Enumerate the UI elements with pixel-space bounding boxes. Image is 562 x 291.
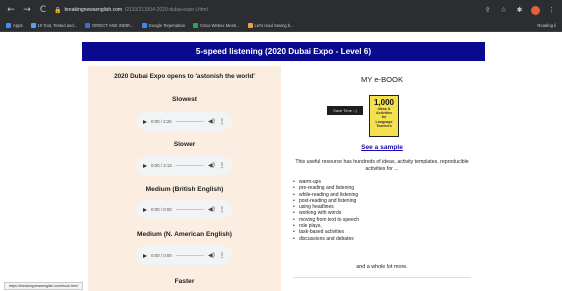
bookmark-favicon-icon [247,23,253,28]
reading-list[interactable]: Reading li [535,23,556,28]
browser-toolbar: ← → C 🔒 breakingnewsenglish.com /2110/21… [0,0,562,20]
more-options-icon[interactable]: ⋮ [219,162,225,169]
bookmark-favicon-icon [141,23,147,28]
bookmark-label: 10 Tool, Tested and... [37,23,78,28]
url-domain: breakingnewsenglish.com [64,7,123,13]
bookmark-label: Cisco Webex Meeti... [200,23,240,28]
bookmark-label: Apps [13,23,23,28]
bookmark-favicon-icon [30,23,36,28]
play-icon[interactable] [143,119,147,124]
audio-time: 0:00 / 2:13 [151,163,172,168]
bookmark-apps[interactable]: Apps [6,23,23,28]
web-page: 5-speed listening (2020 Dubai Expo - Lev… [0,32,562,291]
bookmark-item[interactable]: 10 Tool, Tested and... [30,23,78,28]
volume-icon[interactable]: ◀) [208,206,215,213]
volume-icon[interactable]: ◀) [208,162,215,169]
ebook-column: MY e-BOOK Save Time :-) 1,000 Ideas & Ac… [283,66,481,291]
bookmark-item[interactable]: Google Terjemahan [141,23,186,28]
play-icon[interactable] [143,207,147,212]
profile-avatar[interactable] [531,5,540,15]
more-text: and a whole lot more. [356,264,408,270]
listening-column: 2020 Dubai Expo opens to 'astonish the w… [88,66,281,291]
bookmark-label: DIRECT AND INDIR... [92,23,134,28]
bookmark-item[interactable]: Cisco Webex Meeti... [193,23,240,28]
menu-icon[interactable]: ⋮ [547,6,556,15]
cover-line: Teachers [376,123,392,128]
audio-progress-bar[interactable] [175,164,205,167]
speed-label-slowest: Slowest [172,96,197,103]
audio-time: 0:00 / 0:00 [151,253,172,258]
cover-number: 1,000 [373,98,395,107]
volume-icon[interactable]: ◀) [208,252,215,259]
audio-player-medium-american[interactable]: 0:00 / 0:00 ◀) ⋮ [136,246,232,265]
bookmarks-bar: Apps 10 Tool, Tested and... DIRECT AND I… [0,20,562,32]
play-icon[interactable] [143,253,147,258]
audio-time: 0:00 / 0:00 [151,207,172,212]
reading-list-label: Reading li [537,23,556,28]
audio-player-medium-british[interactable]: 0:00 / 0:00 ◀) ⋮ [136,200,232,219]
share-icon[interactable]: ⇪ [483,6,492,15]
bookmark-favicon-icon [85,23,91,28]
apps-icon [6,23,11,28]
page-banner: 5-speed listening (2020 Dubai Expo - Lev… [82,42,485,61]
speed-label-faster: Faster [174,278,195,285]
see-sample-link[interactable]: See a sample [283,144,481,151]
back-icon[interactable]: ← [6,5,16,15]
more-options-icon[interactable]: ⋮ [219,252,225,259]
audio-progress-bar[interactable] [175,254,205,257]
divider [293,277,471,278]
forward-icon[interactable]: → [22,5,32,15]
audio-player-slower[interactable]: 0:00 / 2:13 ◀) ⋮ [136,156,232,175]
more-options-icon[interactable]: ⋮ [219,206,225,213]
extensions-icon[interactable]: ✱ [515,6,524,15]
speed-label-medium-british: Medium (British English) [145,186,224,193]
lock-icon: 🔒 [54,6,62,14]
bookmark-label: Google Terjemahan [148,23,186,28]
audio-player-slowest[interactable]: 0:00 / 2:25 ◀) ⋮ [136,112,232,131]
ebook-title: MY e-BOOK [360,75,404,84]
ebook-cover-image[interactable]: 1,000 Ideas & Activities for Language Te… [369,95,399,137]
list-item: discussions and debates [293,236,473,243]
bookmark-favicon-icon [193,23,199,28]
reload-icon[interactable]: C [38,5,48,15]
status-bar-url: https://breakingnewsenglish.com/book.htm… [4,282,83,290]
volume-icon[interactable]: ◀) [208,118,215,125]
audio-progress-bar[interactable] [175,120,205,123]
speed-label-slower: Slower [173,141,196,148]
address-bar[interactable]: 🔒 breakingnewsenglish.com /2110/211004-2… [54,4,477,16]
url-path: /2110/211004-2020-dubai-expo-l.html [125,7,208,13]
article-title: 2020 Dubai Expo opens to 'astonish the w… [114,73,255,80]
more-options-icon[interactable]: ⋮ [219,118,225,125]
activity-list: warm-ups pre-reading and listening while… [293,179,473,242]
audio-progress-bar[interactable] [175,208,205,211]
audio-time: 0:00 / 2:25 [151,119,172,124]
bookmark-item[interactable]: DIRECT AND INDIR... [85,23,134,28]
speed-label-medium-american: Medium (N. American English) [136,231,232,238]
play-icon[interactable] [143,163,147,168]
bookmark-label: Let's read Saving b... [254,23,294,28]
star-icon[interactable]: ☆ [499,6,508,15]
ebook-description: This useful resource has hundreds of ide… [295,159,469,172]
save-time-button[interactable]: Save Time :-) [327,106,363,115]
bookmark-item[interactable]: Let's read Saving b... [247,23,294,28]
